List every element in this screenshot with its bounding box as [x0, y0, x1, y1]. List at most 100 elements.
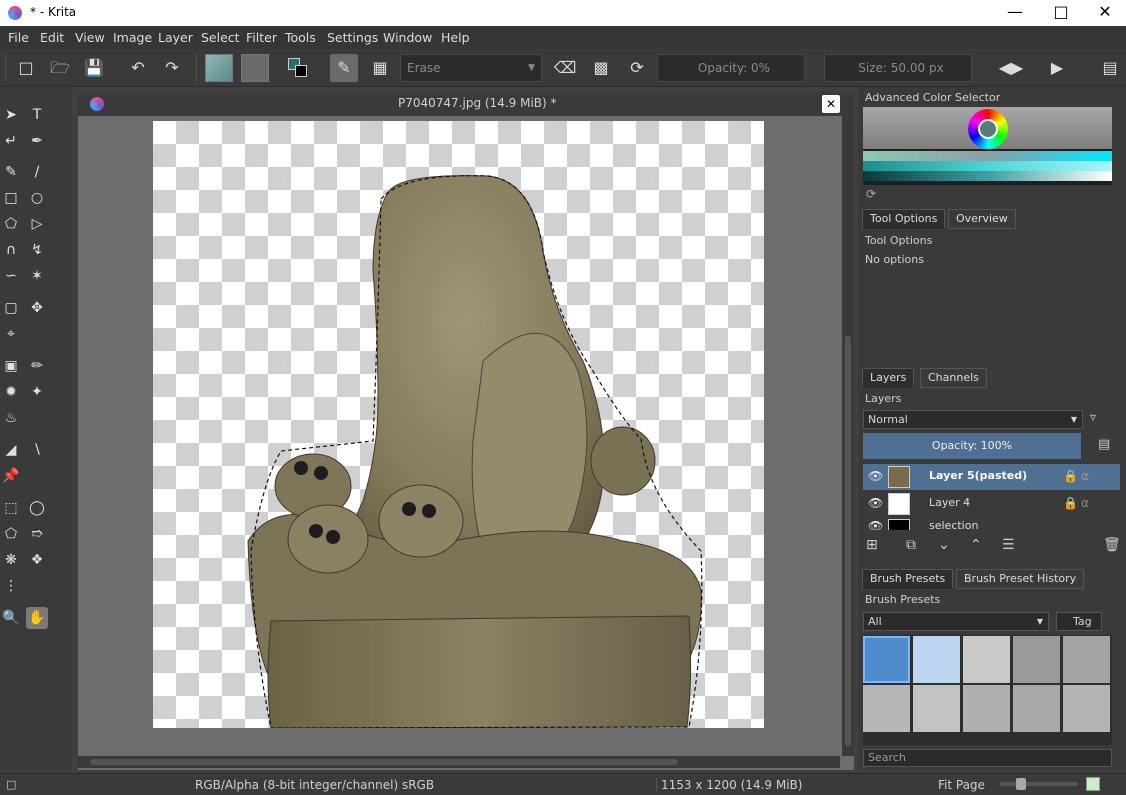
menu-file[interactable]: File	[8, 30, 29, 45]
menu-select[interactable]: Select	[201, 30, 240, 45]
freehand-path-icon[interactable]: ↯	[26, 239, 48, 261]
transform-tool-icon[interactable]: ▢	[0, 297, 22, 319]
layer-blend-mode-select[interactable]: Normal ▼	[863, 410, 1083, 429]
layer-filter-icon[interactable]: ▿	[1090, 410, 1120, 429]
mirror-vertical-icon[interactable]: ▶	[1043, 54, 1071, 82]
color-picker-icon[interactable]: ✏	[26, 355, 48, 377]
brush-preset-item[interactable]	[1063, 636, 1110, 683]
tab-brush-presets[interactable]: Brush Presets	[862, 569, 954, 589]
image-canvas[interactable]	[153, 121, 764, 729]
move-layer-down-icon[interactable]: ⌄	[938, 537, 950, 553]
open-folder-icon[interactable]: 🗁	[46, 54, 74, 82]
preserve-alpha-icon[interactable]: ▩	[587, 54, 615, 82]
smart-patch-icon[interactable]: ✹	[0, 381, 22, 403]
tab-tool-options[interactable]: Tool Options	[862, 209, 946, 229]
fg-bg-color-icon[interactable]	[284, 54, 312, 82]
brush-preset-item[interactable]	[863, 636, 910, 683]
gradient-preset-button[interactable]	[205, 54, 233, 82]
menu-help[interactable]: Help	[441, 30, 470, 45]
opacity-slider[interactable]: Opacity: 0%	[657, 54, 805, 82]
color-selector-panel[interactable]	[863, 107, 1112, 185]
fill-tool-icon[interactable]: ♨	[0, 407, 22, 429]
measure-tool-icon[interactable]: ◢	[0, 439, 22, 461]
bezier-select-icon[interactable]: ⋮	[0, 575, 22, 597]
menu-window[interactable]: Window	[383, 30, 432, 45]
size-slider[interactable]: Size: 50.00 px	[824, 54, 972, 82]
multibrush-icon[interactable]: ✶	[26, 265, 48, 287]
move-layer-up-icon[interactable]: ⌃	[970, 537, 982, 553]
brush-settings-icon[interactable]: ▦	[366, 54, 394, 82]
pattern-preset-button[interactable]	[241, 54, 269, 82]
brush-preset-item[interactable]	[913, 636, 960, 683]
polygon-tool-icon[interactable]: ⬠	[0, 213, 22, 235]
tab-brush-preset-history[interactable]: Brush Preset History	[956, 569, 1085, 589]
maximize-icon[interactable]: □	[1038, 0, 1084, 26]
save-icon[interactable]: 💾	[80, 54, 108, 82]
menu-filter[interactable]: Filter	[246, 30, 277, 45]
calligraphy-icon[interactable]: ✒	[26, 130, 48, 152]
minimize-icon[interactable]: —	[992, 0, 1038, 26]
visibility-eye-icon[interactable]: 👁	[868, 519, 883, 530]
magic-wand-icon[interactable]: ❋	[0, 549, 22, 571]
dynamic-brush-icon[interactable]: ∽	[0, 265, 22, 287]
pan-tool-icon[interactable]: ✋	[26, 607, 48, 629]
ellipse-select-icon[interactable]: ◯	[26, 497, 48, 519]
menu-layer[interactable]: Layer	[158, 30, 193, 45]
tab-overview[interactable]: Overview	[948, 209, 1016, 229]
freehand-brush-icon[interactable]: ✎	[0, 161, 22, 183]
close-document-icon[interactable]: ✕	[822, 95, 840, 113]
gradient-tool-icon[interactable]: ▣	[0, 355, 22, 377]
duplicate-layer-icon[interactable]: ⧉	[906, 537, 916, 553]
mirror-horizontal-icon[interactable]: ◀▶	[997, 54, 1025, 82]
brush-tag-button[interactable]: Tag	[1056, 612, 1102, 631]
color-wheel[interactable]	[968, 109, 1008, 149]
new-document-icon[interactable]: □	[12, 54, 40, 82]
brush-preset-item[interactable]	[1063, 685, 1110, 732]
ellipse-tool-icon[interactable]: ○	[26, 187, 48, 209]
blend-mode-select[interactable]: Erase ▼	[400, 54, 542, 82]
horizontal-scrollbar[interactable]	[78, 756, 840, 768]
canvas-only-icon[interactable]	[1086, 777, 1100, 791]
value-slider[interactable]	[863, 171, 1112, 181]
move-tool-icon[interactable]: ✥	[26, 297, 48, 319]
menu-view[interactable]: View	[75, 30, 105, 45]
similar-select-icon[interactable]: ❖	[26, 549, 48, 571]
close-icon[interactable]: ✕	[1082, 0, 1126, 26]
zoom-slider[interactable]	[1000, 778, 1078, 790]
lock-icon[interactable]: 🔒	[1063, 496, 1078, 510]
freehand-select-icon[interactable]: ➱	[26, 523, 48, 545]
polyline-tool-icon[interactable]: ▷	[26, 213, 48, 235]
layer-settings-icon[interactable]: ☰	[1002, 537, 1015, 553]
brush-preset-item[interactable]	[1013, 636, 1060, 683]
color-refresh-icon[interactable]: ⟳	[866, 187, 876, 201]
visibility-eye-icon[interactable]: 👁	[868, 469, 883, 483]
zoom-tool-icon[interactable]: 🔍	[0, 607, 22, 629]
layer-opacity-slider[interactable]: Opacity: 100%	[863, 433, 1081, 459]
add-layer-icon[interactable]: ⊞	[866, 537, 878, 553]
rect-select-icon[interactable]: ⬚	[0, 497, 22, 519]
vertical-scrollbar[interactable]	[842, 116, 854, 756]
workspace-icon[interactable]: ▤	[1096, 54, 1124, 82]
tab-layers[interactable]: Layers	[862, 368, 915, 388]
eraser-mode-icon[interactable]: ⌫	[551, 54, 579, 82]
hue-slider[interactable]	[863, 151, 1112, 161]
crop-tool-icon[interactable]: ⌖	[0, 323, 22, 345]
brush-preset-item[interactable]	[913, 685, 960, 732]
rectangle-tool-icon[interactable]: □	[0, 187, 22, 209]
lock-icon[interactable]: 🔒	[1063, 469, 1078, 483]
saturation-slider[interactable]	[863, 161, 1112, 171]
polygon-select-icon[interactable]: ⬠	[0, 523, 22, 545]
layer-row[interactable]: 👁 selection	[863, 518, 1120, 530]
reload-preset-icon[interactable]: ⟳	[623, 54, 651, 82]
alpha-lock-icon[interactable]: α	[1081, 469, 1089, 483]
menu-image[interactable]: Image	[113, 30, 152, 45]
delete-layer-icon[interactable]: 🗑	[1103, 537, 1121, 553]
layer-row-selected[interactable]: 👁 Layer 5(pasted) 🔒 α	[863, 464, 1120, 490]
menu-tools[interactable]: Tools	[285, 30, 316, 45]
line-tool-icon[interactable]: ∕	[26, 161, 48, 183]
assistant-tool-icon[interactable]: ✦	[26, 381, 48, 403]
layer-properties-icon[interactable]: ▤	[1098, 437, 1120, 457]
brush-preset-icon[interactable]: ✎	[330, 54, 358, 82]
alpha-lock-icon[interactable]: α	[1081, 496, 1089, 510]
redo-icon[interactable]: ↷	[158, 54, 186, 82]
